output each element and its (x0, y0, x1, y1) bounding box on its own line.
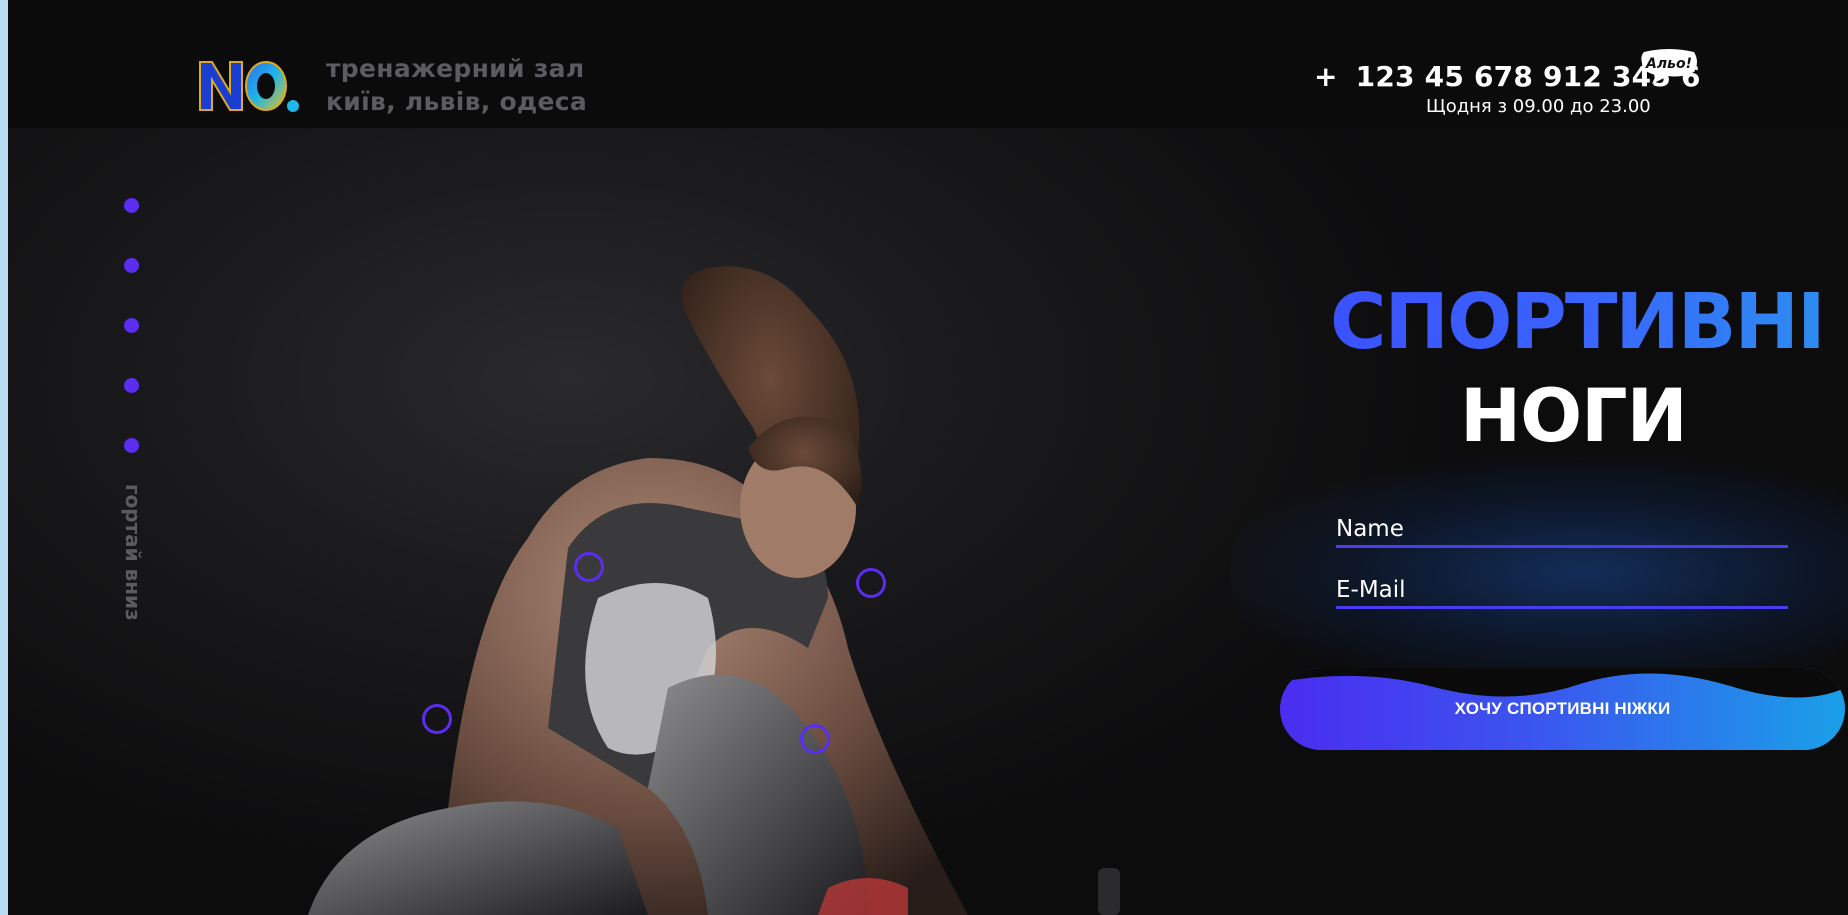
section-dot-1[interactable] (124, 198, 139, 213)
hotspot-arm[interactable] (856, 568, 886, 598)
tagline: тренажерний зал київ, львів, одеса (326, 52, 587, 118)
window-edge (0, 0, 8, 915)
submit-button[interactable]: ХОЧУ СПОРТИВНІ НІЖКИ (1280, 668, 1845, 750)
email-field (1336, 573, 1788, 609)
tagline-line-2: київ, львів, одеса (326, 87, 588, 116)
hotspot-knee[interactable] (800, 724, 830, 754)
logo[interactable] (196, 56, 300, 116)
section-dot-5[interactable] (124, 438, 139, 453)
callout-bubble: Альо! (1638, 48, 1700, 86)
section-dot-4[interactable] (124, 378, 139, 393)
hero-title-line-2: НОГИ (1460, 374, 1688, 459)
section-dot-3[interactable] (124, 318, 139, 333)
hotspot-chest[interactable] (574, 552, 604, 582)
site-header: тренажерний зал київ, львів, одеса +123 … (8, 0, 1848, 128)
name-field (1336, 512, 1788, 548)
submit-label: ХОЧУ СПОРТИВНІ НІЖКИ (1454, 699, 1671, 718)
opening-hours: Щодня з 09.00 до 23.00 (1426, 96, 1651, 117)
phone-prefix: + (1314, 60, 1338, 93)
bubble-text: Альо! (1646, 56, 1692, 72)
tagline-line-1: тренажерний зал (326, 54, 585, 83)
hero-title-line-1: СПОРТИВНІ (1330, 278, 1826, 367)
name-input[interactable] (1336, 512, 1788, 545)
scroll-hint[interactable]: гортай вниз (121, 484, 145, 621)
section-dots (124, 198, 140, 498)
hotspot-thigh[interactable] (422, 704, 452, 734)
email-input[interactable] (1336, 573, 1788, 606)
logo-mark-icon (199, 61, 299, 112)
section-dot-2[interactable] (124, 258, 139, 273)
